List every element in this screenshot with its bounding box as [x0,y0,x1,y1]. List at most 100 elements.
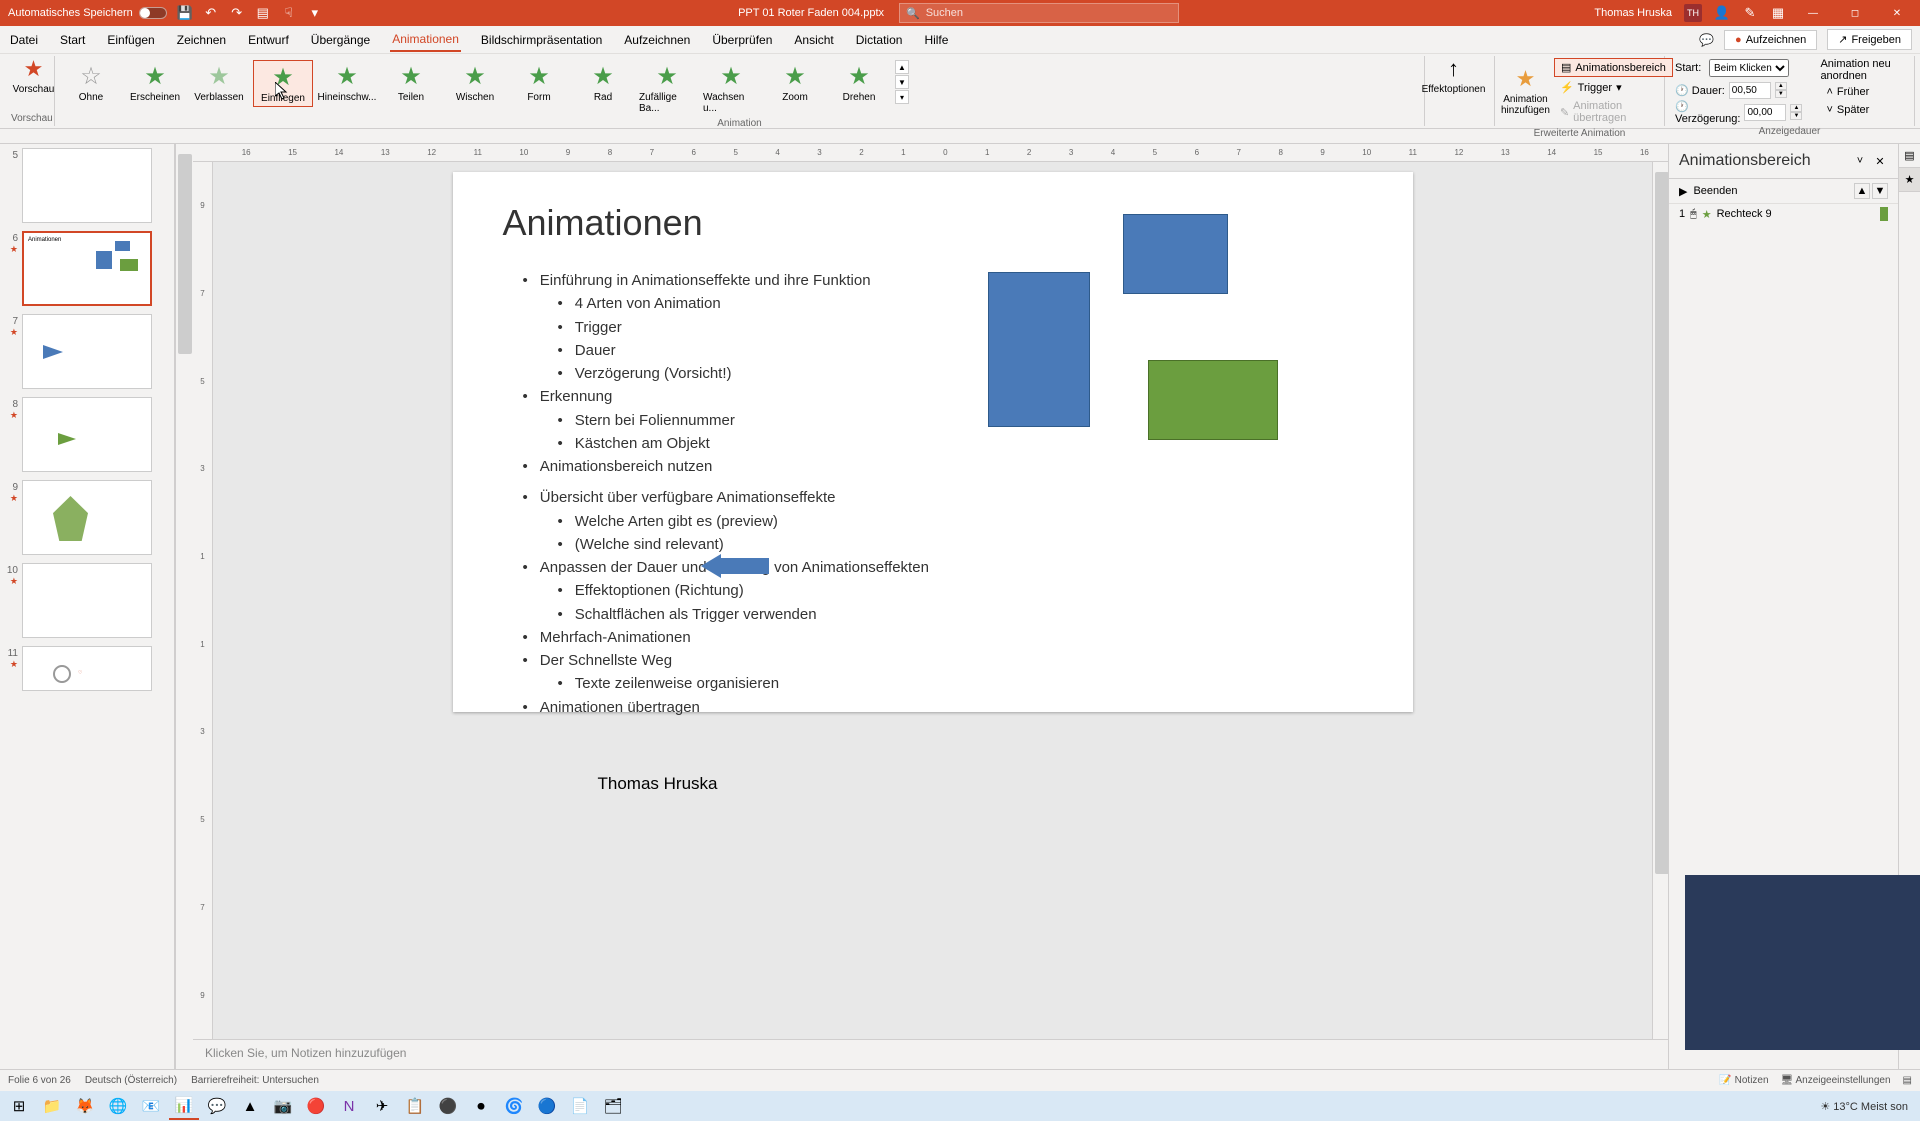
task-outlook-icon[interactable]: 📧 [136,1092,166,1120]
menu-ubergange[interactable]: Übergänge [309,29,372,51]
anim-erscheinen[interactable]: ★Erscheinen [125,60,185,105]
user-avatar[interactable]: TH [1684,4,1702,22]
menu-bildschirm[interactable]: Bildschirmpräsentation [479,29,604,51]
task-app-7-icon[interactable]: ⚫ [433,1092,463,1120]
slide-title[interactable]: Animationen [503,202,1363,244]
shape-arrow-body[interactable] [721,558,769,574]
close-button[interactable]: ✕ [1882,2,1912,24]
anim-rad[interactable]: ★Rad [573,60,633,105]
start-button[interactable]: ⊞ [4,1092,34,1120]
anim-ohne[interactable]: ☆Ohne [61,60,121,105]
task-app-8-icon[interactable]: ⏺ [466,1092,496,1120]
pane-up-button[interactable]: ▲ [1854,183,1870,199]
gallery-more[interactable]: ▾ [895,90,909,104]
share-button[interactable]: ↗ Freigeben [1827,29,1912,50]
pane-collapse-icon[interactable]: ˅ [1852,153,1868,169]
editor-scrollbar[interactable] [1652,162,1668,1039]
task-chrome-icon[interactable]: 🌐 [103,1092,133,1120]
shape-blue-rect-1[interactable] [988,272,1090,427]
task-edge-icon[interactable]: 🔵 [532,1092,562,1120]
minimize-button[interactable]: — [1798,2,1828,24]
task-app-4-icon[interactable]: 🔴 [301,1092,331,1120]
maximize-button[interactable]: ◻ [1840,2,1870,24]
notes-toggle[interactable]: 📝 Notizen [1719,1075,1768,1086]
slide-canvas[interactable]: Animationen Einführung in Animationseffe… [453,172,1413,712]
start-select[interactable]: Beim Klicken [1709,59,1789,77]
redo-icon[interactable]: ↷ [229,5,245,21]
play-label[interactable]: Beenden [1693,185,1737,197]
task-app-2-icon[interactable]: ▲ [235,1092,265,1120]
task-onenote-icon[interactable]: N [334,1092,364,1120]
menu-einfugen[interactable]: Einfügen [105,29,156,51]
task-firefox-icon[interactable]: 🦊 [70,1092,100,1120]
animation-painter-button[interactable]: ✎ Animation übertragen [1554,98,1673,126]
search-box[interactable]: 🔍 [899,3,1179,23]
thumb-10[interactable] [22,563,152,638]
task-app-10-icon[interactable]: 📄 [565,1092,595,1120]
anim-drehen[interactable]: ★Drehen [829,60,889,105]
menu-datei[interactable]: Datei [8,29,40,51]
gallery-up[interactable]: ▲ [895,60,909,74]
menu-ansicht[interactable]: Ansicht [792,29,835,51]
dauer-down[interactable]: ▼ [1775,90,1787,98]
gallery-down[interactable]: ▼ [895,75,909,89]
task-app-1-icon[interactable]: 💬 [202,1092,232,1120]
animation-pane-button[interactable]: ▤ Animationsbereich [1554,58,1673,77]
view-normal-icon[interactable]: ▤ [1903,1075,1912,1086]
play-icon[interactable]: ▶ [1679,185,1687,198]
anim-wischen[interactable]: ★Wischen [445,60,505,105]
move-earlier-button[interactable]: ˄ Früher [1820,84,1904,100]
menu-uberprufen[interactable]: Überprüfen [710,29,774,51]
menu-hilfe[interactable]: Hilfe [922,29,950,51]
verzog-down[interactable]: ▼ [1790,112,1802,120]
display-settings[interactable]: 🖥 Anzeigeeinstellungen [1781,1075,1891,1086]
task-app-3-icon[interactable]: 📷 [268,1092,298,1120]
task-app-9-icon[interactable]: 🌀 [499,1092,529,1120]
verzog-input[interactable] [1744,104,1786,121]
task-powerpoint-icon[interactable]: 📊 [169,1092,199,1120]
side-tab-2[interactable]: ★ [1899,168,1920,192]
qat-more-icon[interactable]: ▾ [307,5,323,21]
shape-arrow-head[interactable] [701,554,721,578]
thumb-9[interactable] [22,480,152,555]
menu-start[interactable]: Start [58,29,87,51]
anim-teilen[interactable]: ★Teilen [381,60,441,105]
touch-icon[interactable]: ☟ [281,5,297,21]
thumb-5[interactable] [22,148,152,223]
shape-green-rect[interactable] [1148,360,1278,440]
menu-entwurf[interactable]: Entwurf [246,29,291,51]
add-animation-button[interactable]: ★ Animation hinzufügen [1501,56,1550,126]
anim-zufallig[interactable]: ★Zufällige Ba... [637,60,697,116]
grid-icon[interactable]: ▦ [1770,5,1786,21]
weather-widget[interactable]: ☀ 13°C Meist son [1820,1100,1908,1113]
verzog-up[interactable]: ▲ [1790,104,1802,112]
trigger-button[interactable]: ⚡ Trigger ▾ [1554,79,1673,96]
notes-pane[interactable]: Klicken Sie, um Notizen hinzuzufügen [193,1039,1668,1069]
anim-einfliegen[interactable]: ★Einfliegen [253,60,313,107]
thumb-6[interactable]: Animationen [22,231,152,306]
pane-close-icon[interactable]: ✕ [1872,153,1888,169]
search-input[interactable] [926,7,1172,19]
accessibility-status[interactable]: Barrierefreiheit: Untersuchen [191,1075,319,1086]
dauer-up[interactable]: ▲ [1775,82,1787,90]
pen-icon[interactable]: ✎ [1742,5,1758,21]
thumb-11[interactable]: ♡ [22,646,152,691]
task-app-5-icon[interactable]: ✈ [367,1092,397,1120]
pane-down-button[interactable]: ▼ [1872,183,1888,199]
present-icon[interactable]: ▤ [255,5,271,21]
menu-dictation[interactable]: Dictation [854,29,905,51]
move-later-button[interactable]: ˅ Später [1820,102,1904,118]
mic-icon[interactable]: 👤 [1714,5,1730,21]
anim-wachsen[interactable]: ★Wachsen u... [701,60,761,116]
thumb-scrollbar[interactable] [175,144,193,1069]
effect-options-button[interactable]: ↑ Effektoptionen [1431,56,1476,95]
preview-button[interactable]: ★ Vorschau [11,56,56,95]
menu-zeichnen[interactable]: Zeichnen [175,29,228,51]
anim-list-item-1[interactable]: 1 🖱 ★ Rechteck 9 [1669,204,1898,224]
anim-zoom[interactable]: ★Zoom [765,60,825,105]
side-tab-1[interactable]: ▤ [1899,144,1920,168]
slide-author[interactable]: Thomas Hruska [598,774,1363,794]
thumb-8[interactable] [22,397,152,472]
record-button[interactable]: ●Aufzeichnen [1724,30,1817,50]
task-app-11-icon[interactable]: 🗂 [598,1092,628,1120]
